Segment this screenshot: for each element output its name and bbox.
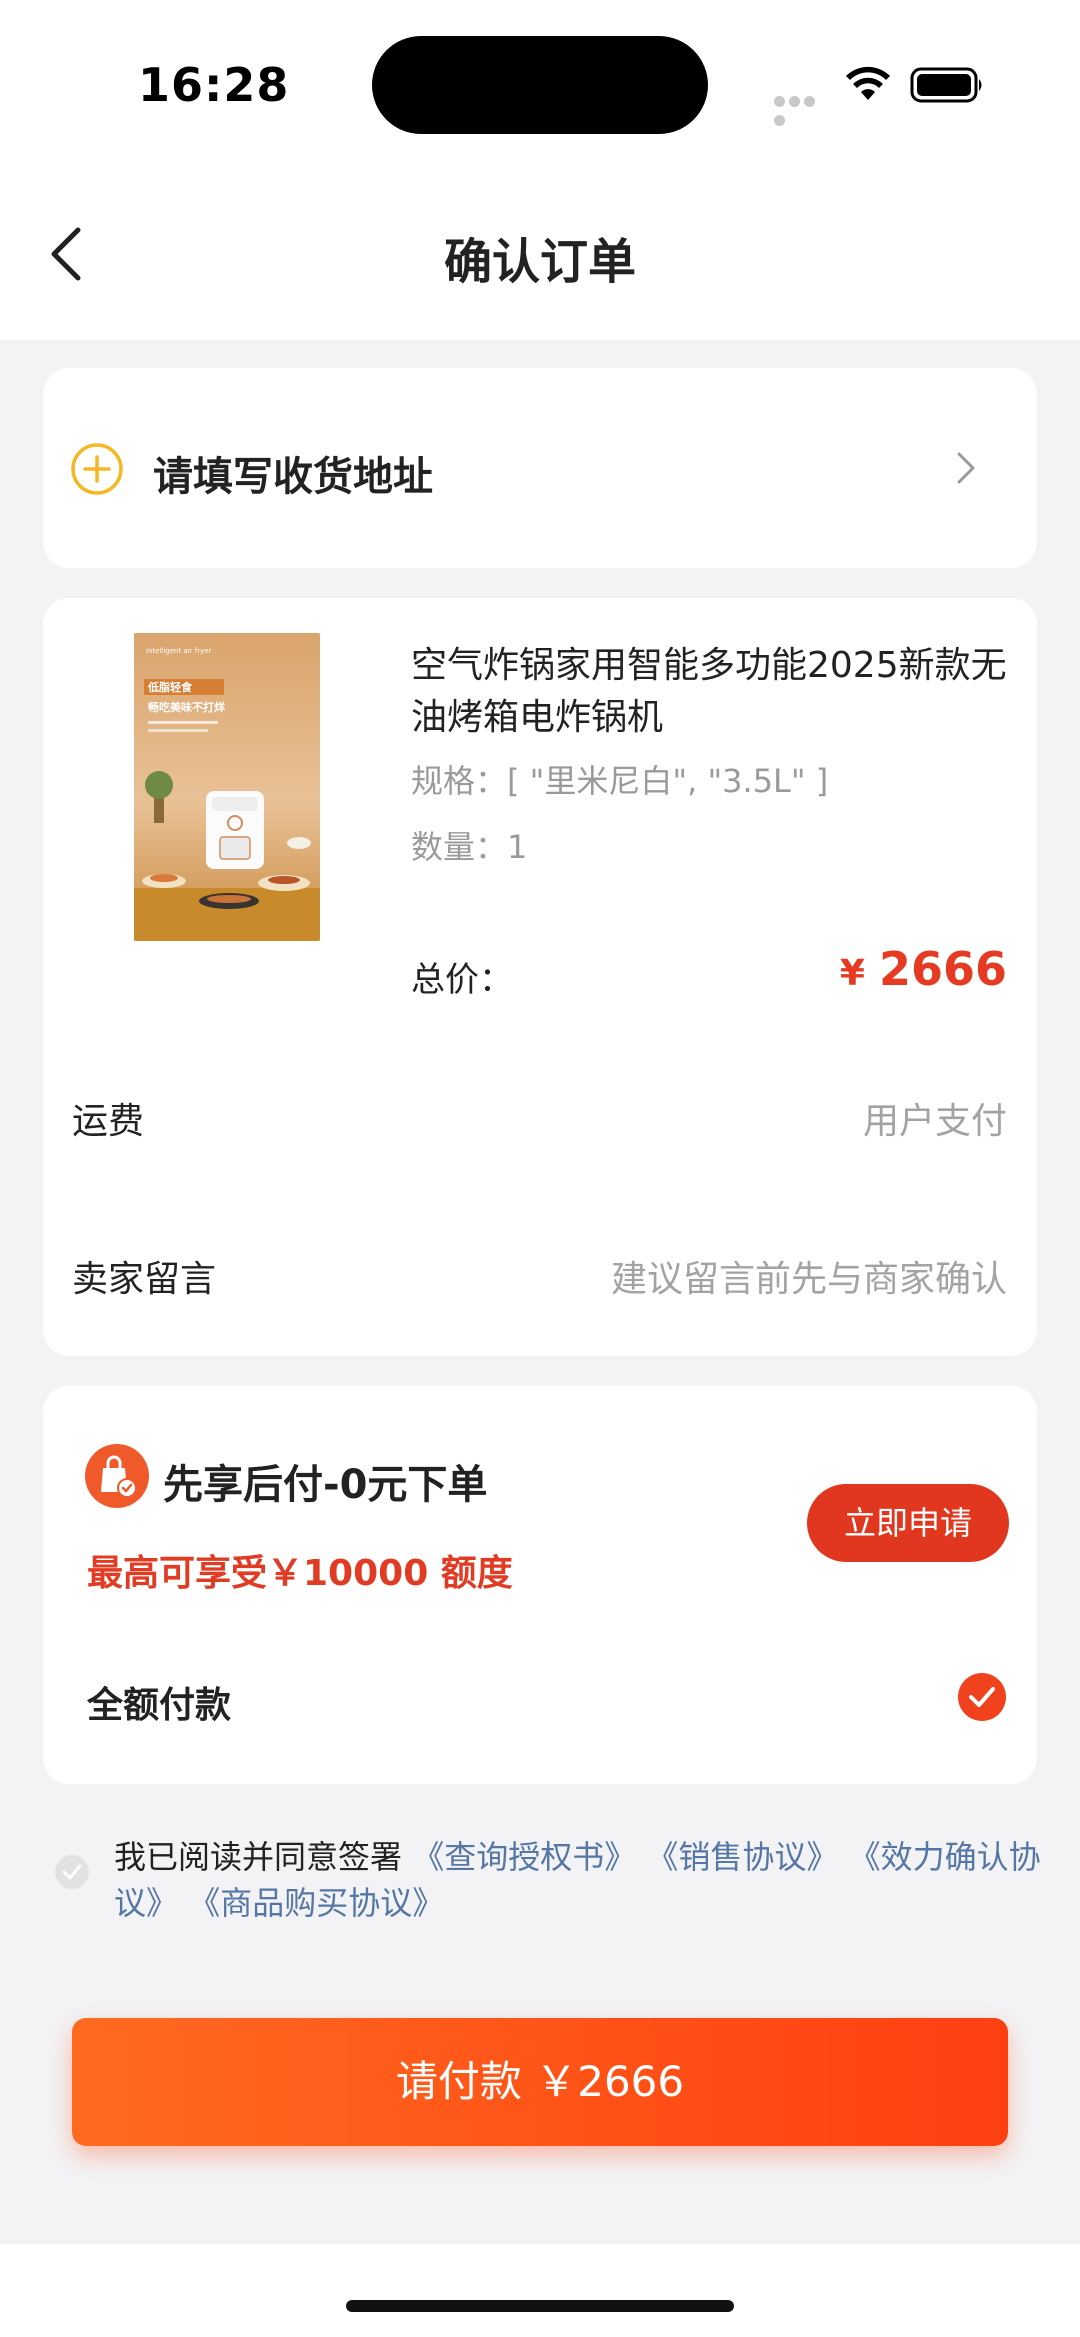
link-sales-agreement[interactable]: 《销售协议》 [646,1838,838,1876]
bottom-safe-area [0,2244,1080,2337]
full-payment-option[interactable]: 全额付款 [87,1676,231,1728]
product-name: 空气炸锅家用智能多功能2025新款无油烤箱电炸锅机 [411,645,1007,738]
svg-text:低脂轻食: 低脂轻食 [147,680,193,694]
total-label: 总价： [411,960,513,1000]
agreement-prefix: 我已阅读并同意签署 [114,1838,403,1876]
status-bar: 16:28 [0,0,1080,170]
svg-text:intelligent air fryer: intelligent air fryer [146,647,212,655]
add-circle-icon [71,443,123,495]
shipping-value: 用户支付 [862,1101,1007,1142]
shopping-bag-icon [85,1444,149,1508]
address-label: 请填写收货地址 [153,454,433,500]
shipping-label: 运费 [72,1101,145,1142]
agreement-text: 我已阅读并同意签署 《查询授权书》 《销售协议》 《效力确认协议》 《商品购买协… [114,1834,1080,1926]
product-image[interactable]: intelligent air fryer 低脂轻食 畅吃美味不打烊 [134,633,320,941]
status-time: 16:28 [138,58,290,112]
page-title: 确认订单 [443,234,636,290]
wifi-icon [846,66,890,100]
link-authorization[interactable]: 《查询授权书》 [412,1838,636,1876]
total-amount: 2666 [878,942,1007,996]
agreement-checkbox-icon[interactable] [54,1854,90,1890]
address-card[interactable]: 请填写收货地址 [43,368,1037,568]
product-spec: 规格：[ "里米尼白", "3.5L" ] [411,762,829,800]
navigation-bar: 确认订单 [0,200,1080,310]
chevron-right-icon [957,452,975,484]
product-quantity: 数量：1 [411,828,528,866]
payment-method-card: 先享后付-0元下单 最高可享受￥10000 额度 立即申请 全额付款 [43,1386,1037,1784]
battery-icon [910,67,982,103]
svg-text:畅吃美味不打烊: 畅吃美味不打烊 [148,700,225,714]
dynamic-island [372,36,708,134]
checkmark-circle-icon[interactable] [957,1672,1007,1722]
seller-message-input[interactable]: 建议留言前先与商家确认 [611,1250,1007,1302]
bnpl-credit-limit: 最高可享受￥10000 额度 [87,1553,513,1594]
apply-now-button[interactable]: 立即申请 [807,1484,1009,1562]
home-indicator [346,2300,734,2312]
total-price: ¥2666 [840,942,1007,996]
product-card: intelligent air fryer 低脂轻食 畅吃美味不打烊 空气炸锅家… [43,598,1037,1356]
link-purchase-agreement[interactable]: 《商品购买协议》 [188,1884,444,1922]
pay-button[interactable]: 请付款 ￥2666 [72,2018,1008,2146]
bnpl-title: 先享后付-0元下单 [163,1462,488,1508]
currency-symbol: ¥ [839,953,865,994]
cellular-signal-icon [774,92,830,126]
seller-message-label: 卖家留言 [72,1259,217,1300]
